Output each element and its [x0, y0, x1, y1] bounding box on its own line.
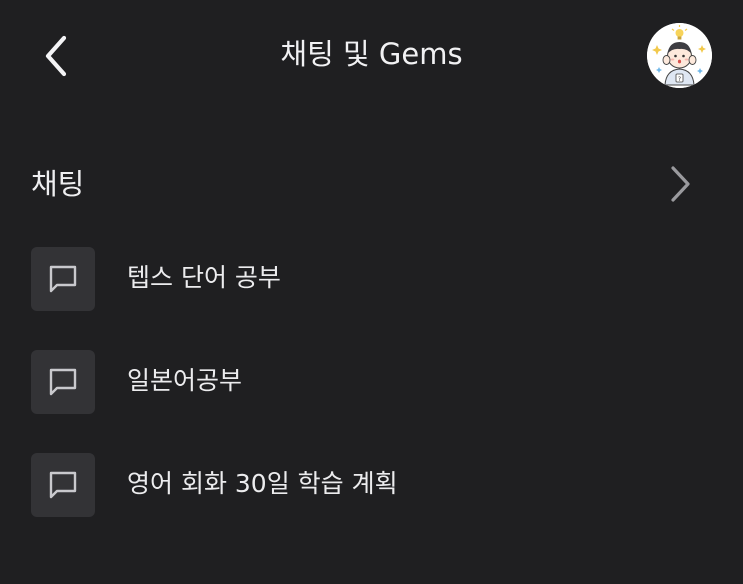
list-item-label: 영어 회화 30일 학습 계획 — [127, 469, 398, 498]
chat-bubble-icon — [31, 350, 95, 414]
profile-avatar-icon: ? — [647, 23, 712, 88]
chat-list: 텝스 단어 공부 일본어공부 영어 회화 30일 학습 계획 — [0, 247, 743, 556]
top-app-bar: 채팅 및 Gems ? — [0, 0, 743, 110]
svg-text:?: ? — [678, 76, 681, 83]
list-item-label: 텝스 단어 공부 — [127, 263, 281, 292]
avatar[interactable]: ? — [647, 23, 712, 88]
chat-bubble-icon — [31, 247, 95, 311]
section-title: 채팅 — [31, 167, 85, 201]
list-item[interactable]: 텝스 단어 공부 — [0, 247, 743, 350]
chevron-left-icon — [45, 35, 67, 77]
chat-bubble-icon — [31, 453, 95, 517]
list-item-label: 일본어공부 — [127, 366, 243, 395]
chats-section-header[interactable]: 채팅 — [0, 150, 743, 220]
back-button[interactable] — [30, 28, 82, 84]
page-title: 채팅 및 Gems — [280, 37, 463, 71]
chevron-right-icon — [664, 162, 698, 206]
list-item[interactable]: 영어 회화 30일 학습 계획 — [0, 453, 743, 556]
list-item[interactable]: 일본어공부 — [0, 350, 743, 453]
